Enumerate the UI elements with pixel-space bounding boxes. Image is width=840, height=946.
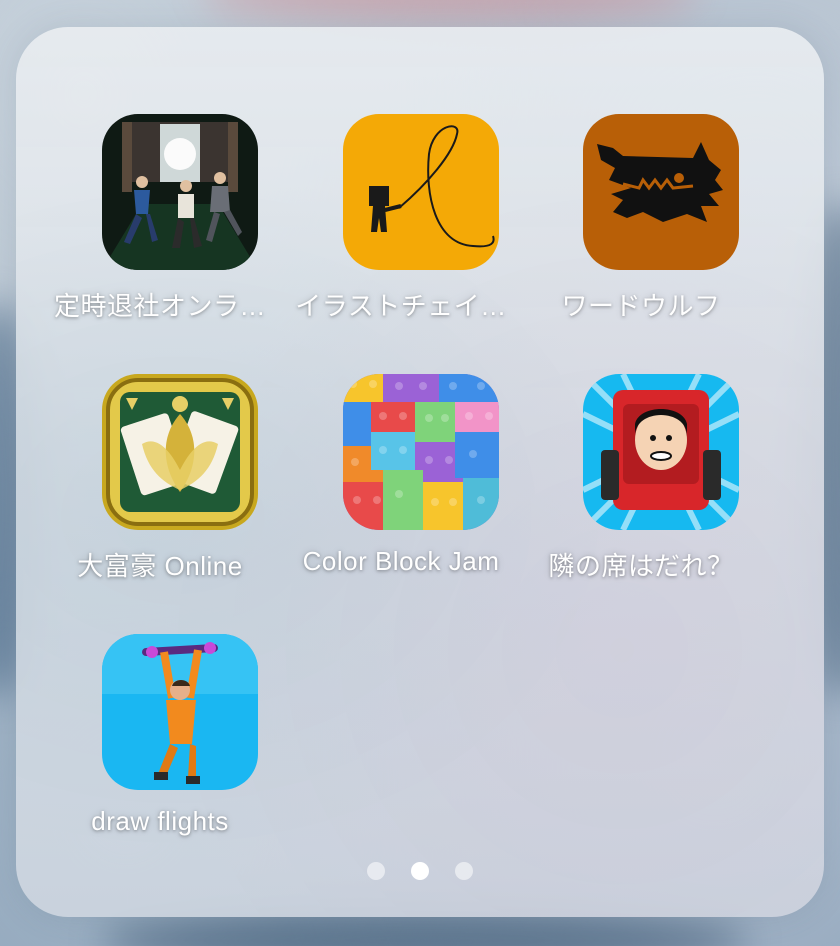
tonari-no-seki-app-icon[interactable] bbox=[583, 374, 739, 530]
page-indicator[interactable] bbox=[0, 862, 840, 882]
app-label: 定時退社オンラ… bbox=[53, 291, 266, 321]
app-illust-chain[interactable]: イラストチェイ… bbox=[281, 114, 521, 334]
app-label: 大富豪 Online bbox=[77, 551, 243, 581]
app-label: 隣の席はだれ？ bbox=[548, 551, 734, 581]
wallpaper-blob bbox=[200, 0, 700, 20]
illust-chain-app-icon[interactable] bbox=[343, 114, 499, 270]
page-dot-active[interactable] bbox=[411, 862, 429, 880]
app-color-block-jam[interactable]: Color Block Jam bbox=[281, 374, 521, 594]
daifugo-app-icon[interactable] bbox=[102, 374, 258, 530]
page-dot[interactable] bbox=[455, 862, 473, 880]
app-draw-flights[interactable]: draw flights bbox=[40, 634, 280, 854]
app-label: Color Block Jam bbox=[302, 546, 500, 576]
page-dot[interactable] bbox=[367, 862, 385, 880]
draw-flights-app-icon[interactable] bbox=[102, 634, 258, 790]
color-block-jam-app-icon[interactable] bbox=[343, 374, 499, 530]
app-label: draw flights bbox=[91, 806, 229, 836]
app-label: イラストチェイ… bbox=[295, 291, 507, 321]
word-wolf-app-icon[interactable] bbox=[583, 114, 739, 270]
app-teiji-taisha[interactable]: 定時退社オンラ… bbox=[40, 114, 280, 334]
app-word-wolf[interactable]: ワードウルフ bbox=[521, 114, 761, 334]
app-tonari-no-seki[interactable]: 隣の席はだれ？ bbox=[521, 374, 761, 594]
app-daifugo[interactable]: 大富豪 Online bbox=[40, 374, 280, 594]
teiji-taisha-app-icon[interactable] bbox=[102, 114, 258, 270]
app-label: ワードウルフ bbox=[561, 291, 721, 321]
